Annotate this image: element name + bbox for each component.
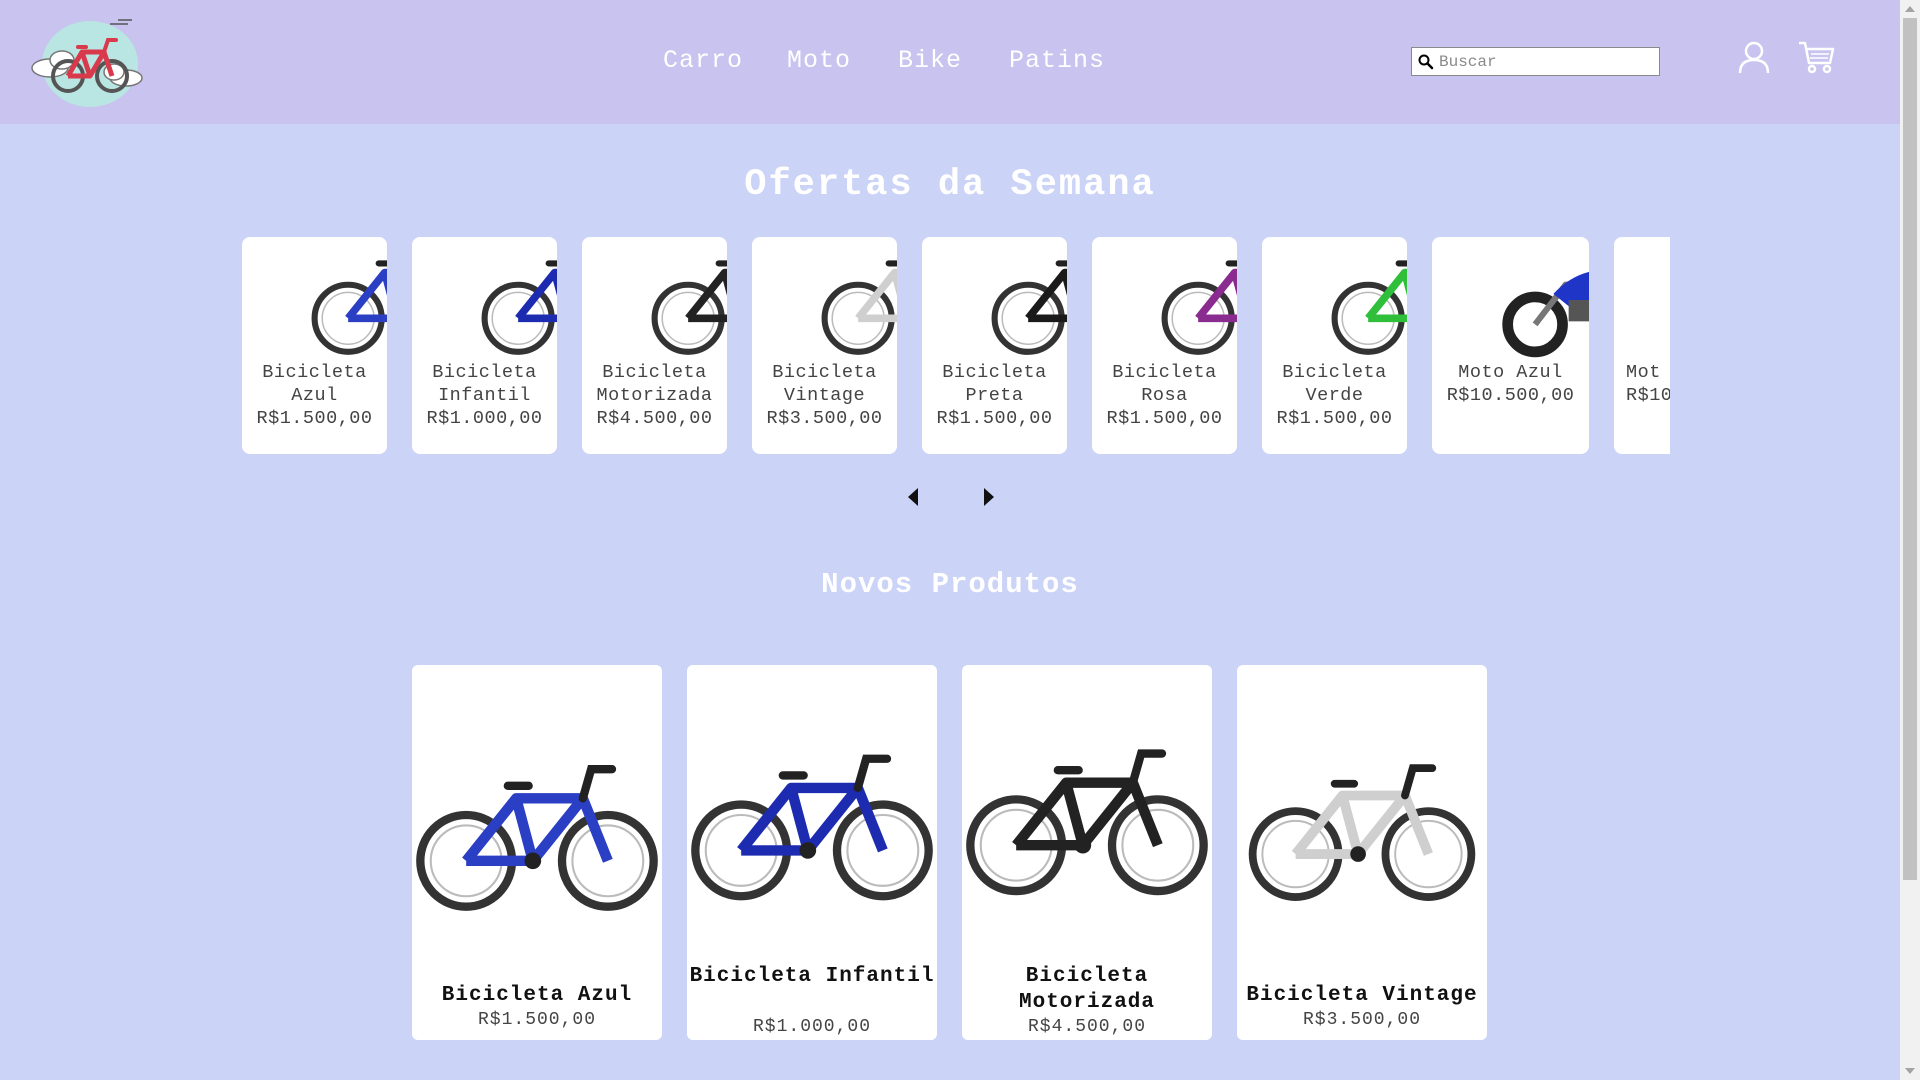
product-price: R$1.500,00 [1276, 408, 1393, 429]
search-input[interactable] [1435, 52, 1654, 71]
product-image [1270, 239, 1407, 361]
offer-card[interactable]: Bicicleta Infantil R$1.000,00 [412, 237, 557, 454]
product-image [760, 239, 897, 361]
product-image [1100, 239, 1237, 361]
product-name: Bicicleta Rosa [1112, 362, 1217, 406]
search-box [1411, 47, 1660, 76]
product-name: Bicicleta Motorizada [596, 362, 713, 406]
product-image [420, 239, 557, 361]
offer-card[interactable]: Bicicleta Rosa R$1.500,00 [1092, 237, 1237, 454]
product-image [1440, 239, 1589, 361]
search-icon [1418, 54, 1434, 69]
product-price: R$3.500,00 [1302, 1010, 1422, 1030]
offers-title: Ofertas da Semana [744, 164, 1156, 206]
product-price: R$10 [1626, 385, 1670, 406]
scroll-up-arrow-icon[interactable] [1905, 6, 1915, 12]
product-price: R$1.500,00 [936, 408, 1053, 429]
offer-card[interactable]: Moto Azul R$10.500,00 [1432, 237, 1589, 454]
product-price: R$1.000,00 [426, 408, 543, 429]
scroll-down-arrow-icon[interactable] [1905, 1068, 1915, 1074]
product-name: Bicicleta Preta [942, 362, 1047, 406]
product-price: R$1.500,00 [1106, 408, 1223, 429]
product-image [930, 239, 1067, 361]
product-price: R$3.500,00 [766, 408, 883, 429]
product-name: Bicicleta Azul [262, 362, 367, 406]
product-name: Mot [1626, 362, 1661, 383]
product-image [1622, 239, 1670, 361]
main-nav: Carro Moto Bike Patins [663, 46, 1109, 75]
carousel-prev-arrow-icon[interactable] [908, 488, 918, 506]
nav-link-patins[interactable]: Patins [1009, 46, 1109, 75]
product-name: Moto Azul [1458, 362, 1563, 383]
new-products-title: Novos Produtos [821, 568, 1079, 601]
product-price: R$1.500,00 [256, 408, 373, 429]
nav-link-carro[interactable]: Carro [663, 46, 787, 75]
offer-card[interactable]: Mot R$10 [1614, 237, 1670, 454]
product-image [412, 665, 662, 965]
product-price: R$4.500,00 [1027, 1017, 1147, 1037]
product-image [687, 665, 937, 965]
product-card[interactable]: Bicicleta Infantil R$1.000,00 [687, 665, 937, 1040]
product-card[interactable]: Bicicleta Azul R$1.500,00 [412, 665, 662, 1040]
nav-link-moto[interactable]: Moto [787, 46, 898, 75]
carousel-next-arrow-icon[interactable] [984, 488, 994, 506]
user-icon[interactable] [1738, 40, 1770, 74]
offer-card[interactable]: Bicicleta Motorizada R$4.500,00 [582, 237, 727, 454]
product-card[interactable]: Bicicleta Motorizada R$4.500,00 [962, 665, 1212, 1040]
product-name: Bicicleta Vintage [772, 362, 877, 406]
cart-icon[interactable] [1797, 40, 1835, 74]
product-name: Bicicleta Azul [441, 984, 633, 1007]
product-image [590, 239, 727, 361]
offer-card[interactable]: Bicicleta Azul R$1.500,00 [242, 237, 387, 454]
product-name: Bicicleta Vintage [1246, 984, 1478, 1007]
offer-card[interactable]: Bicicleta Vintage R$3.500,00 [752, 237, 897, 454]
product-name: Bicicleta Infantil [432, 362, 537, 406]
product-price: R$10.500,00 [1446, 385, 1575, 406]
product-image [250, 239, 387, 361]
offers-carousel: Bicicleta Azul R$1.500,00 Bicicleta Infa… [242, 237, 1670, 455]
product-price: R$1.000,00 [752, 1017, 872, 1037]
offer-card[interactable]: Bicicleta Verde R$1.500,00 [1262, 237, 1407, 454]
product-price: R$4.500,00 [596, 408, 713, 429]
site-header: Carro Moto Bike Patins [0, 0, 1900, 124]
nav-link-bike[interactable]: Bike [898, 46, 1009, 75]
scrollbar-thumb[interactable] [1903, 18, 1917, 880]
bike-logo-icon[interactable] [28, 14, 146, 110]
product-price: R$1.500,00 [477, 1010, 597, 1030]
product-name: Bicicleta Verde [1282, 362, 1387, 406]
product-card[interactable]: Bicicleta Vintage R$3.500,00 [1237, 665, 1487, 1040]
product-name: Bicicleta Motorizada [1018, 965, 1156, 1014]
product-image [1237, 665, 1487, 965]
offer-card[interactable]: Bicicleta Preta R$1.500,00 [922, 237, 1067, 454]
product-image [962, 665, 1212, 965]
product-name: Bicicleta Infantil [689, 965, 935, 988]
